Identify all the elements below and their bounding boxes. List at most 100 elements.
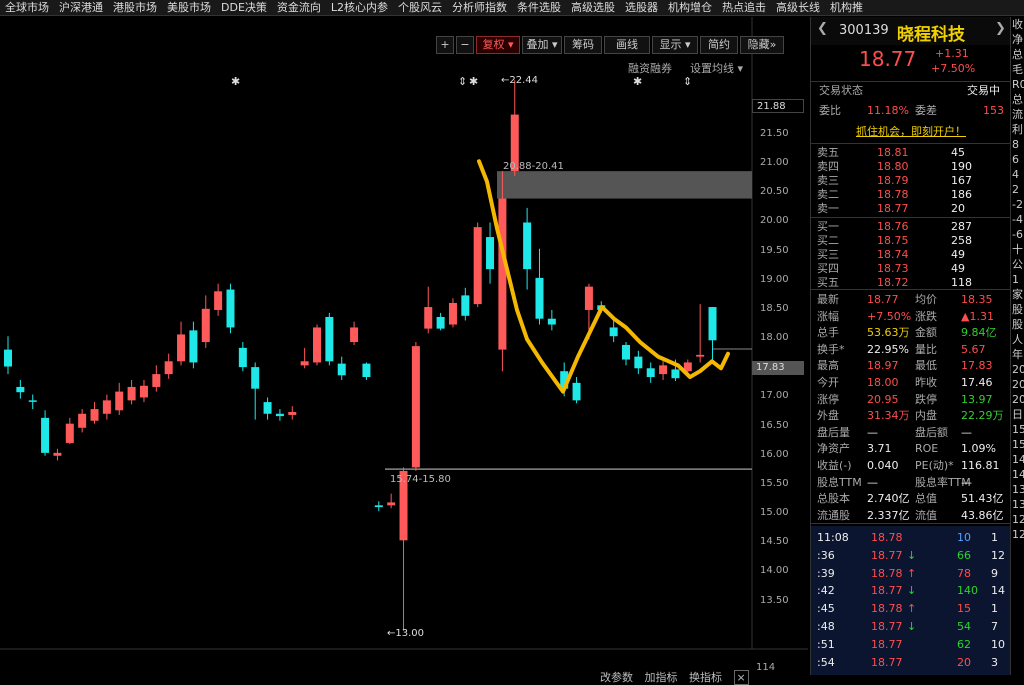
set-ma-dropdown[interactable]: 设置均线 ▾ — [690, 60, 743, 76]
menu-item[interactable]: 分析师指数 — [447, 0, 512, 15]
candle-body[interactable] — [214, 291, 223, 310]
menu-item[interactable]: 个股风云 — [393, 0, 447, 15]
sell-row[interactable]: 卖一 18.77 20 — [811, 201, 1011, 217]
candle-body[interactable] — [622, 344, 630, 360]
menu-item[interactable]: 美股市场 — [162, 0, 216, 15]
candle-body[interactable] — [708, 307, 717, 341]
candle-body[interactable] — [288, 412, 297, 415]
candle-body[interactable] — [523, 222, 532, 270]
candle-body[interactable] — [189, 330, 198, 363]
candle-body[interactable] — [634, 356, 643, 369]
candle-body[interactable] — [337, 363, 346, 376]
menu-item[interactable]: 资金流向 — [272, 0, 326, 15]
candle-body[interactable] — [584, 286, 593, 310]
stub-cell: 总 — [1012, 93, 1023, 106]
zoom-out-button[interactable]: − — [456, 36, 474, 54]
open-account-banner[interactable]: 抓住机会，即刻开户！ — [811, 124, 1011, 140]
candle-body[interactable] — [547, 318, 556, 325]
menu-item[interactable]: 全球市场 — [0, 0, 54, 15]
prev-stock-icon[interactable]: ❮ — [817, 21, 828, 36]
zoom-in-button[interactable]: + — [436, 36, 454, 54]
fuquan-dropdown[interactable]: 复权 ▾ — [476, 36, 520, 54]
tick-list[interactable]: 11:08 18.78 10 1:36 18.77 ↓ 66 12:39 18.78 ↑ 78 9:4… — [811, 526, 1011, 675]
menu-item[interactable]: L2核心内参 — [326, 0, 393, 15]
candle-body[interactable] — [535, 277, 544, 319]
candle-body[interactable] — [448, 302, 457, 325]
next-stock-icon[interactable]: ❯ — [995, 21, 1006, 36]
candle-body[interactable] — [325, 316, 334, 362]
menu-item[interactable]: 机构增仓 — [663, 0, 717, 15]
menu-item[interactable]: 高级选股 — [566, 0, 620, 15]
candle-body[interactable] — [263, 402, 272, 414]
candle-body[interactable] — [139, 385, 148, 398]
diejia-dropdown[interactable]: 叠加 ▾ — [522, 36, 562, 54]
candle-body[interactable] — [313, 327, 321, 363]
yincang-label: 隐藏 — [747, 38, 770, 51]
chouma-button[interactable]: 筹码 — [564, 36, 602, 54]
candle-body[interactable] — [53, 452, 62, 456]
xianshi-dropdown[interactable]: 显示 ▾ — [652, 36, 698, 54]
menu-item[interactable]: 机构推 — [825, 0, 868, 15]
candle-body[interactable] — [671, 369, 680, 379]
candle-body[interactable] — [4, 349, 12, 367]
candle-body[interactable] — [436, 316, 445, 329]
candle-body[interactable] — [201, 308, 210, 343]
candle-body[interactable] — [16, 386, 25, 393]
candle-body[interactable] — [177, 334, 186, 362]
candle-body[interactable] — [473, 227, 482, 305]
candle-body[interactable] — [238, 347, 247, 368]
menu-item[interactable]: 热点追击 — [717, 0, 771, 15]
change-indicator-button[interactable]: 换指标 — [689, 671, 722, 684]
candle-body[interactable] — [498, 198, 507, 350]
candle-body[interactable] — [115, 391, 124, 411]
candle-body[interactable] — [461, 295, 470, 316]
yincang-button[interactable]: 隐藏» — [740, 36, 784, 54]
candle-body[interactable] — [65, 423, 74, 443]
open-account-link[interactable]: 抓住机会，即刻开户！ — [856, 125, 966, 138]
candle-body[interactable] — [387, 502, 396, 506]
candle-body[interactable] — [251, 367, 260, 389]
candle-body[interactable] — [41, 417, 50, 453]
event-marker-icon[interactable]: ⇕ — [683, 75, 692, 88]
candle-body[interactable] — [78, 413, 87, 428]
add-indicator-button[interactable]: 加指标 — [645, 671, 678, 684]
menu-item[interactable]: 高级长线 — [771, 0, 825, 15]
candle-body[interactable] — [102, 400, 111, 414]
rongzi-rongquan-link[interactable]: 融资融券 — [628, 60, 672, 76]
candle-body[interactable] — [374, 505, 383, 508]
event-star-icon[interactable]: ✱ — [469, 75, 478, 88]
candle-body[interactable] — [90, 409, 99, 421]
candle-body[interactable] — [486, 237, 495, 270]
candle-body[interactable] — [572, 382, 581, 401]
jianyue-button[interactable]: 简约 — [700, 36, 738, 54]
candle-body[interactable] — [362, 363, 371, 378]
huaxian-button[interactable]: 画线 — [604, 36, 650, 54]
event-marker-icon[interactable]: ⇕ — [458, 75, 467, 88]
candle-body[interactable] — [164, 361, 173, 375]
candle-body[interactable] — [411, 346, 420, 468]
candle-body[interactable] — [659, 365, 668, 375]
event-star-icon[interactable]: ✱ — [231, 75, 240, 88]
candle-body[interactable] — [300, 361, 309, 366]
kline-chart-area[interactable]: + − 复权 ▾ 叠加 ▾ 筹码 画线 显示 ▾ 简约 隐藏» 融资融券 设置均… — [0, 17, 808, 685]
candle-body[interactable] — [350, 327, 359, 343]
candle-body[interactable] — [424, 307, 433, 329]
stat-value: 13.97 — [961, 392, 993, 406]
menu-item[interactable]: 港股市场 — [108, 0, 162, 15]
candle-body[interactable] — [127, 386, 136, 401]
modify-params-button[interactable]: 改参数 — [600, 671, 633, 684]
candle-body[interactable] — [226, 289, 235, 328]
menu-item[interactable]: 条件选股 — [512, 0, 566, 15]
candle-body[interactable] — [28, 400, 37, 402]
event-star-icon[interactable]: ✱ — [633, 75, 642, 88]
candle-body[interactable] — [609, 327, 618, 337]
candle-body[interactable] — [646, 368, 655, 378]
menu-item[interactable]: 沪深港通 — [54, 0, 108, 15]
menu-item[interactable]: 选股器 — [620, 0, 663, 15]
candle-body[interactable] — [696, 354, 705, 357]
menu-item[interactable]: DDE决策 — [216, 0, 272, 15]
close-icon[interactable]: × — [733, 670, 749, 685]
candle-body[interactable] — [152, 374, 161, 387]
candle-body[interactable] — [275, 413, 284, 417]
tick-time: :54 — [817, 655, 835, 669]
